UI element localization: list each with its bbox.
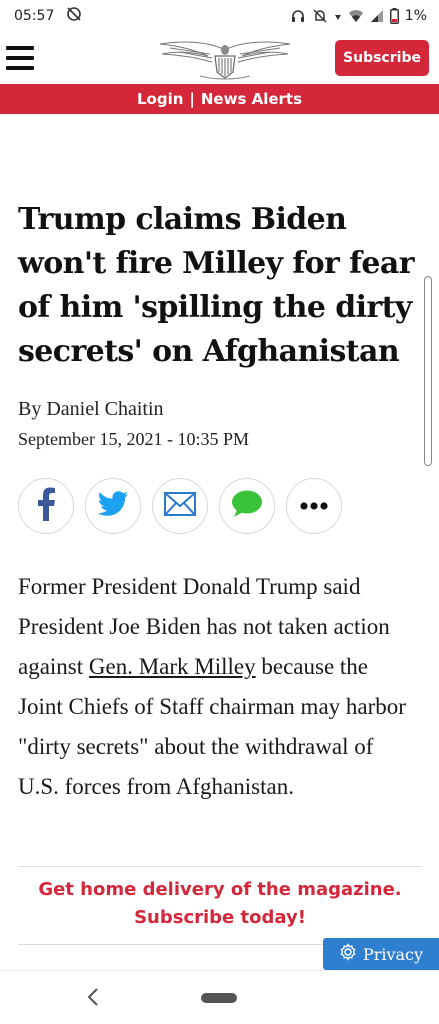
signal-icon	[370, 9, 384, 23]
email-icon	[164, 491, 196, 521]
message-share-button[interactable]	[219, 478, 275, 534]
article-date: September 15, 2021 - 10:35 PM	[18, 429, 249, 449]
home-pill-icon[interactable]	[201, 993, 237, 1003]
milley-link[interactable]: Gen. Mark Milley	[89, 654, 256, 679]
login-separator: |	[189, 90, 195, 108]
more-share-button[interactable]	[286, 478, 342, 534]
magazine-promo[interactable]: Get home delivery of the magazine. Subsc…	[18, 876, 422, 932]
login-link[interactable]: Login	[137, 90, 183, 108]
promo-line-1: Get home delivery of the magazine.	[38, 879, 402, 900]
message-icon	[231, 490, 263, 523]
twitter-share-button[interactable]	[85, 478, 141, 534]
scrollbar[interactable]	[424, 276, 432, 466]
share-buttons	[18, 478, 342, 534]
article-headline: Trump claims Biden won't fire Milley for…	[18, 202, 415, 369]
privacy-button[interactable]: Privacy	[323, 938, 439, 970]
facebook-icon	[35, 487, 57, 526]
promo-divider-top	[18, 866, 422, 867]
twitter-icon	[97, 490, 129, 522]
back-icon[interactable]	[86, 987, 100, 1012]
mute-icon	[312, 8, 328, 24]
status-bar: 05:57 1%	[0, 0, 439, 32]
promo-line-2: Subscribe today!	[134, 907, 306, 928]
eagle-logo[interactable]	[140, 36, 310, 82]
news-alerts-link[interactable]: News Alerts	[201, 90, 302, 108]
site-header: Subscribe	[0, 32, 439, 84]
subscribe-button[interactable]: Subscribe	[335, 40, 429, 76]
article-header: Trump claims Biden won't fire Milley for…	[18, 198, 418, 450]
article-body-paragraph: Former President Donald Trump said Presi…	[18, 567, 418, 807]
hamburger-menu-icon[interactable]	[6, 46, 34, 70]
facebook-share-button[interactable]	[18, 478, 74, 534]
headphones-icon	[290, 8, 306, 24]
data-arrows-icon	[334, 9, 342, 23]
system-nav-bar	[0, 970, 439, 1024]
sync-off-icon	[66, 6, 82, 26]
battery-percent: 1%	[404, 8, 427, 24]
wifi-icon	[348, 9, 364, 23]
battery-icon	[389, 8, 399, 24]
status-time: 05:57	[14, 8, 55, 24]
login-alerts-bar: Login | News Alerts	[0, 84, 439, 114]
email-share-button[interactable]	[152, 478, 208, 534]
privacy-label: Privacy	[362, 944, 424, 964]
more-icon	[300, 497, 328, 515]
gear-icon	[339, 943, 357, 965]
article-byline: By Daniel Chaitin	[18, 398, 164, 420]
